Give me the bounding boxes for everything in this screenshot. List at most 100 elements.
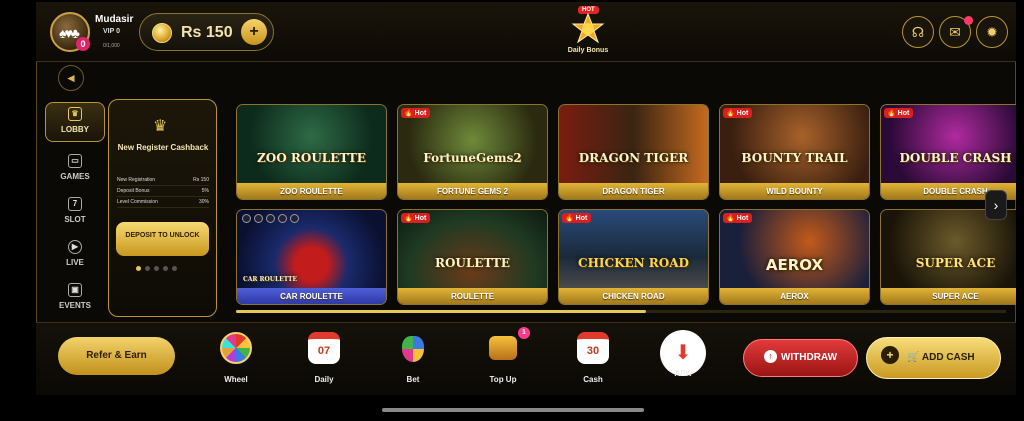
game-card-dragon-tiger[interactable]: DRAGON TIGER DRAGON TIGER — [558, 104, 709, 200]
withdraw-button[interactable]: ↑ WITHDRAW — [743, 339, 858, 377]
lobby-icon: ♛ — [68, 107, 82, 121]
car-brand-icon — [266, 214, 275, 223]
game-art-title: ZOO ROULETTE — [257, 151, 366, 165]
add-cash-label: ADD CASH — [921, 352, 975, 363]
bottom-item-label: Top Up — [489, 375, 517, 384]
game-art — [881, 210, 1016, 288]
promo-row: Deposit Bonus 5% — [117, 186, 209, 197]
game-art-title: DRAGON TIGER — [578, 151, 689, 165]
bottom-item-wheel[interactable]: Wheel — [211, 332, 261, 384]
bottom-item-top-up[interactable]: Top Up — [478, 332, 528, 384]
promo-key: New Registration — [117, 177, 156, 183]
hot-badge: 🔥 Hot — [884, 108, 914, 118]
hot-badge-label: Hot — [575, 215, 588, 222]
add-cash-button[interactable]: + 🛒 ADD CASH — [866, 337, 1001, 379]
game-art-title: BOUNTY TRAIL — [741, 151, 848, 165]
game-label: CAR ROULETTE — [237, 288, 386, 304]
car-brand-icon — [278, 214, 287, 223]
bottom-item-label: Bet — [406, 375, 420, 384]
arrow-up-icon: ↑ — [763, 350, 777, 363]
withdraw-label: WITHDRAW — [780, 352, 838, 363]
balance-pill: Rs 150 + — [139, 13, 274, 51]
promo-key: Deposit Bonus — [117, 188, 150, 194]
scroll-thumb[interactable] — [236, 310, 646, 313]
bottom-item-label: Cash — [583, 375, 603, 384]
game-label: ROULETTE — [398, 288, 547, 304]
hot-badge: 🔥 Hot — [562, 213, 592, 223]
settings-icon[interactable]: ✹ — [976, 16, 1008, 48]
nav-label: LIVE — [66, 258, 84, 267]
promo-row: Level Commission 30% — [117, 197, 209, 208]
game-label: WILD BOUNTY — [720, 183, 869, 199]
bottom-item-cash[interactable]: 30 Cash — [568, 332, 618, 384]
game-art — [559, 105, 708, 183]
vip-progress: 0/1,000 — [103, 43, 120, 49]
next-arrow-button[interactable]: › — [985, 190, 1007, 220]
game-art-title: CAR ROULETTE — [243, 276, 298, 283]
bottom-item-label: Daily — [314, 375, 334, 384]
game-card-roulette[interactable]: 🔥 Hot ROULETTE ROULETTE — [397, 209, 548, 305]
game-art — [237, 105, 386, 183]
home-indicator[interactable] — [382, 408, 644, 412]
bottom-item-label: APK — [674, 369, 692, 378]
balance-amount: Rs 150 — [181, 24, 233, 41]
live-icon: ▶ — [68, 240, 82, 254]
car-brand-icon — [290, 214, 299, 223]
calendar-icon: 30 — [577, 332, 609, 364]
calendar-icon: 07 — [308, 332, 340, 364]
game-art-title: AEROX — [765, 256, 824, 274]
game-label: DRAGON TIGER — [559, 183, 708, 199]
game-art-title: FortuneGems2 — [423, 151, 522, 165]
coin-icon — [152, 23, 172, 43]
game-card-super-ace[interactable]: SUPER ACE SUPER ACE — [880, 209, 1016, 305]
cart-icon: 🛒 — [907, 352, 920, 363]
nav-games[interactable]: ▭ GAMES — [45, 150, 105, 190]
bottom-item-apk[interactable]: APK — [658, 369, 708, 378]
vip-level: VIP 0 — [103, 28, 120, 35]
add-balance-button[interactable]: + — [241, 19, 267, 45]
carousel-dots — [136, 266, 177, 271]
wheel-icon — [220, 332, 252, 364]
game-label: CHICKEN ROAD — [559, 288, 708, 304]
promo-value: 30% — [198, 199, 209, 205]
game-card-car-roulette[interactable]: CAR ROULETTE CAR ROULETTE — [236, 209, 387, 305]
announcement-icon[interactable]: ◄ — [58, 65, 84, 91]
game-card-zoo-roulette[interactable]: ZOO ROULETTE ZOO ROULETTE — [236, 104, 387, 200]
game-label: SUPER ACE — [881, 288, 1016, 304]
hot-badge-label: Hot — [414, 215, 427, 222]
game-art-title: DOUBLE CRASH — [899, 151, 1012, 165]
game-label: FORTUNE GEMS 2 — [398, 183, 547, 199]
nav-events[interactable]: ▣ EVENTS — [45, 279, 105, 319]
nav-live[interactable]: ▶ LIVE — [45, 236, 105, 276]
bet-icon — [402, 336, 424, 362]
bottom-item-daily[interactable]: 07 Daily — [299, 332, 349, 384]
headset-icon[interactable]: ☊ — [902, 16, 934, 48]
refer-and-earn-button[interactable]: Refer & Earn — [58, 337, 175, 375]
hot-badge-label: Hot — [736, 215, 749, 222]
bottom-item-label: Wheel — [224, 375, 248, 384]
treasure-chest-icon — [489, 336, 517, 360]
bottom-item-bet[interactable]: Bet — [388, 332, 438, 384]
hot-badge: 🔥 Hot — [401, 108, 431, 118]
game-card-chicken-road[interactable]: 🔥 Hot CHICKEN ROAD CHICKEN ROAD — [558, 209, 709, 305]
game-art-title: CHICKEN ROAD — [578, 256, 689, 270]
game-card-fortune-gems-2[interactable]: 🔥 Hot FortuneGems2 FORTUNE GEMS 2 — [397, 104, 548, 200]
deposit-to-unlock-button[interactable]: DEPOSIT TO UNLOCK — [116, 222, 209, 256]
games-grid: ZOO ROULETTE ZOO ROULETTE 🔥 Hot FortuneG… — [236, 102, 1016, 312]
crown-icon: ♛ — [153, 118, 168, 135]
nav-slot[interactable]: 7 SLOT — [45, 193, 105, 233]
slot-icon: 7 — [68, 197, 82, 211]
promo-table: New Registration Rs 150 Deposit Bonus 5% L… — [117, 175, 209, 208]
nav-label: EVENTS — [58, 301, 91, 310]
promo-row: New Registration Rs 150 — [117, 175, 209, 186]
game-card-double-crash[interactable]: 🔥 Hot DOUBLE CRASH DOUBLE CRASH — [880, 104, 1016, 200]
hot-badge: 🔥 Hot — [723, 213, 753, 223]
events-icon: ▣ — [68, 283, 82, 297]
promo-value: Rs 150 — [193, 177, 209, 183]
game-card-wild-bounty[interactable]: 🔥 Hot BOUNTY TRAIL WILD BOUNTY — [719, 104, 870, 200]
nav-lobby[interactable]: ♛ LOBBY — [45, 102, 105, 142]
daily-bonus-icon[interactable] — [570, 12, 606, 46]
game-card-aerox[interactable]: 🔥 Hot AEROX AEROX — [719, 209, 870, 305]
game-label: ZOO ROULETTE — [237, 183, 386, 199]
daily-bonus-label: Daily Bonus — [567, 47, 609, 54]
